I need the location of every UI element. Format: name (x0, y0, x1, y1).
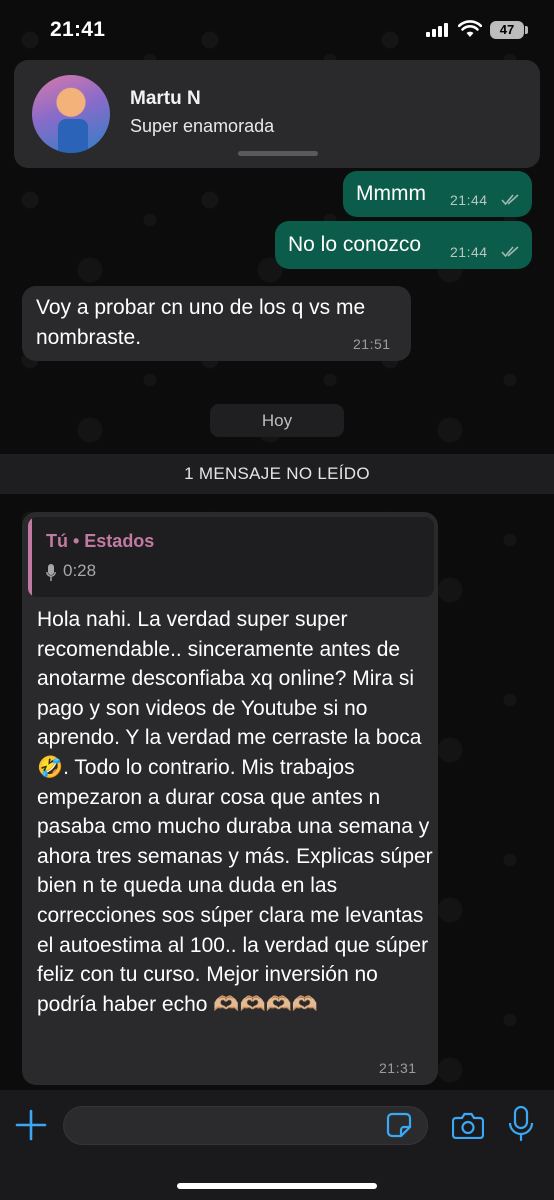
message-text: Hola nahi. La verdad super super recomen… (37, 608, 433, 1016)
signal-icon (426, 23, 448, 37)
quoted-status[interactable]: Tú • Estados 0:28 (28, 517, 434, 597)
message-text: Voy a probar cn uno de los q vs me nombr… (36, 296, 366, 349)
camera-icon[interactable] (452, 1111, 484, 1139)
notification-banner[interactable]: Martu N Super enamorada (14, 60, 540, 168)
sticker-icon[interactable] (386, 1112, 412, 1138)
message-time: 21:44 (450, 192, 488, 208)
notification-grabber[interactable] (238, 151, 318, 156)
message-time: 21:44 (450, 244, 488, 260)
status-time: 21:41 (50, 18, 106, 41)
home-indicator (177, 1183, 377, 1189)
battery-icon: 47 (490, 21, 524, 39)
incoming-message[interactable]: Voy a probar cn uno de los q vs me nombr… (22, 286, 411, 361)
wifi-icon (458, 20, 482, 37)
message-text: Mmmm (356, 182, 426, 205)
message-time: 21:51 (353, 336, 391, 352)
battery-level: 47 (499, 22, 515, 37)
date-separator: Hoy (210, 404, 344, 437)
message-text: No lo conozco (288, 233, 422, 256)
incoming-reply-message[interactable]: Tú • Estados 0:28 Hola nahi. La verdad s… (22, 512, 438, 1085)
quote-duration: 0:28 (63, 561, 97, 580)
avatar (32, 75, 110, 153)
unread-banner: 1 MENSAJE NO LEÍDO (0, 454, 554, 494)
outgoing-message[interactable]: No lo conozco 21:44 (275, 221, 532, 269)
notification-sender: Martu N (130, 88, 201, 109)
message-input[interactable] (63, 1106, 428, 1145)
microphone-icon (46, 564, 56, 581)
outgoing-message[interactable]: Mmmm 21:44 (343, 171, 532, 217)
quote-title: Tú • Estados (46, 531, 155, 551)
quote-accent-bar (28, 517, 32, 597)
status-bar: 21:41 47 (0, 0, 554, 60)
double-check-icon (501, 194, 519, 206)
double-check-icon (501, 246, 519, 258)
battery-cap (525, 26, 528, 34)
notification-message: Super enamorada (130, 116, 275, 136)
plus-icon[interactable] (14, 1108, 48, 1142)
message-time: 21:31 (379, 1060, 417, 1076)
microphone-icon[interactable] (508, 1106, 534, 1142)
